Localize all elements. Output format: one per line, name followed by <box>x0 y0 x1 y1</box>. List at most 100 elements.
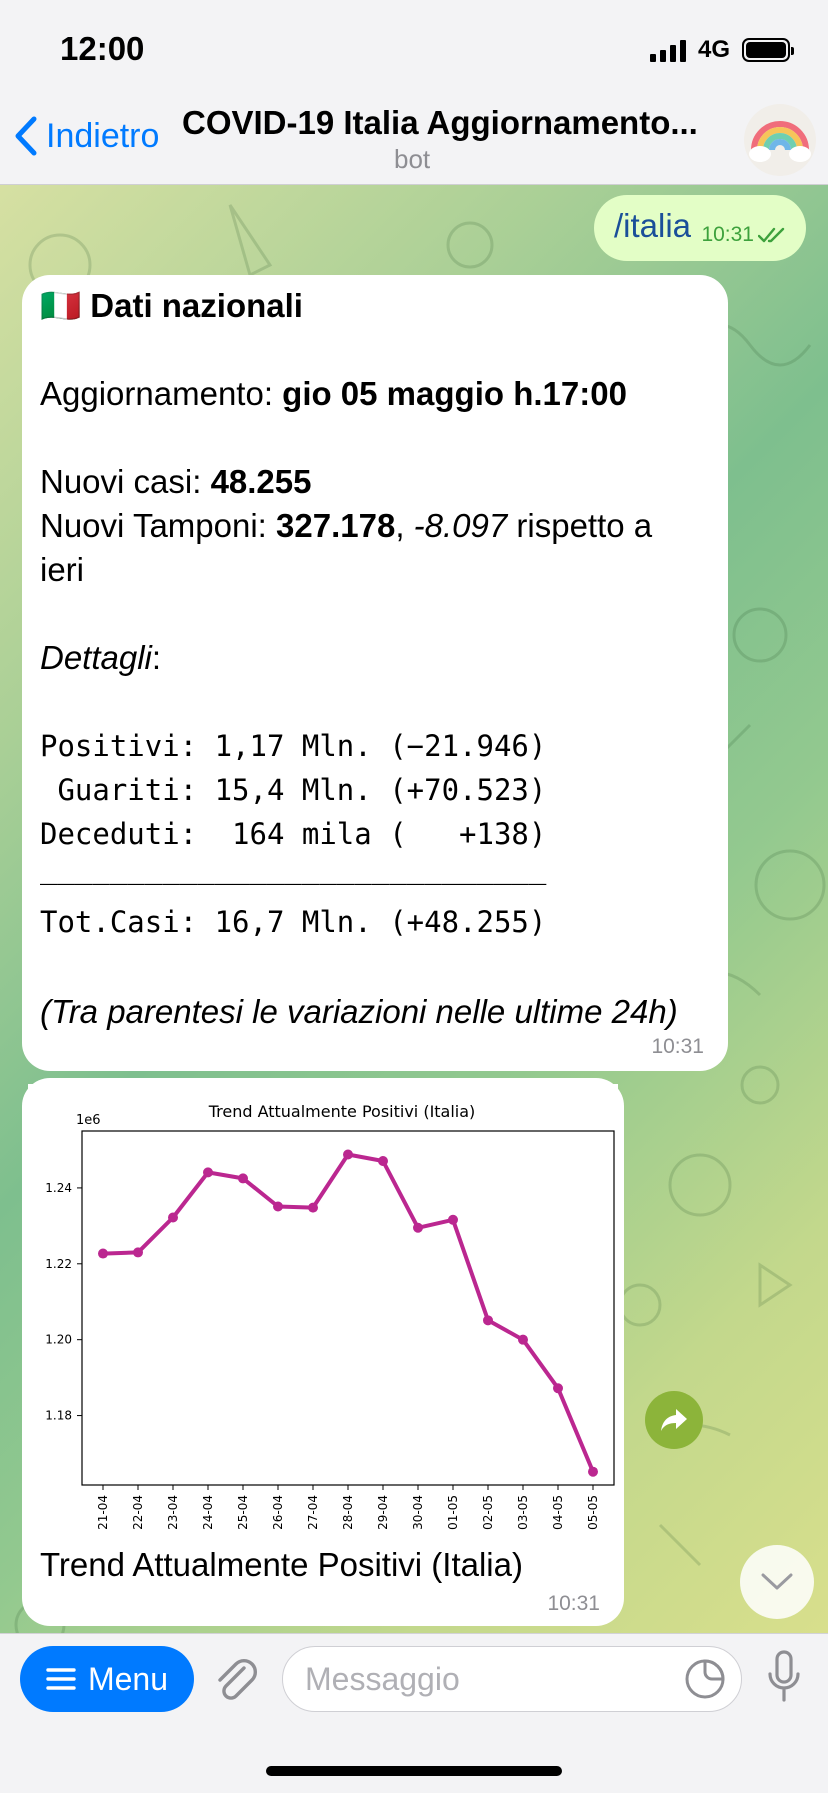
sticker-icon[interactable] <box>684 1658 726 1700</box>
x-tick-label: 03-05 <box>516 1495 530 1530</box>
new-cases-label: Nuovi casi: <box>40 463 211 500</box>
status-indicators: 4G <box>649 36 794 64</box>
new-tests-line: Nuovi Tamponi: 327.178, -8.097 rispetto … <box>40 507 652 545</box>
data-point <box>98 1248 108 1259</box>
new-cases-line: Nuovi casi: 48.255 <box>40 463 312 501</box>
data-point <box>553 1383 563 1394</box>
signal-icon <box>649 38 686 62</box>
chat-area[interactable]: /italia 10:31 🇮🇹 Dati nazionali Aggiorna… <box>0 185 828 1633</box>
new-tests-delta: -8.097 <box>413 507 508 544</box>
x-tick-label: 21-04 <box>96 1495 110 1530</box>
new-tests-label: Nuovi Tamponi: <box>40 507 277 544</box>
chat-header: Indietro COVID-19 Italia Aggiornamento..… <box>0 96 828 185</box>
details-line: Dettagli: <box>40 639 161 677</box>
update-value: gio 05 maggio h.17:00 <box>282 375 627 412</box>
data-point <box>308 1202 318 1213</box>
deceased-stats: Deceduti: 164 mila ( +138) <box>40 817 547 851</box>
new-tests-suffix: rispetto a <box>507 507 653 544</box>
incoming-message-chart[interactable]: Trend Attualmente Positivi (Italia) 1e6 … <box>22 1078 624 1626</box>
home-indicator <box>266 1766 562 1776</box>
x-tick-label: 27-04 <box>306 1495 320 1530</box>
italy-flag-icon: 🇮🇹 <box>40 287 82 324</box>
menu-button[interactable]: Menu <box>20 1646 194 1712</box>
bot-avatar[interactable] <box>744 104 816 176</box>
heading-text: Dati nazionali <box>90 287 303 324</box>
status-bar: 12:00 4G <box>0 0 828 96</box>
y-tick-label: 1.24 <box>45 1181 72 1195</box>
chat-subtitle: bot <box>394 144 431 174</box>
recovered-stats: Guariti: 15,4 Mln. (+70.523) <box>40 773 547 807</box>
x-tick-label: 04-05 <box>551 1495 565 1530</box>
data-point <box>273 1201 283 1212</box>
x-tick-label: 22-04 <box>131 1495 145 1530</box>
x-tick-label: 05-05 <box>586 1495 600 1530</box>
outgoing-text: /italia <box>614 207 692 244</box>
x-tick-label: 30-04 <box>411 1495 425 1530</box>
data-point <box>133 1247 143 1258</box>
new-tests-separator: , <box>395 507 414 544</box>
back-button[interactable]: Indietro <box>14 116 159 156</box>
input-bar: Menu <box>0 1633 828 1793</box>
data-point <box>448 1214 458 1225</box>
update-label: Aggiornamento: <box>40 375 283 412</box>
message-time: 10:31 <box>651 1035 704 1058</box>
total-cases-stats: Tot.Casi: 16,7 Mln. (+48.255) <box>40 905 547 939</box>
footnote: (Tra parentesi le variazioni nelle ultim… <box>40 993 678 1030</box>
x-tick-label: 28-04 <box>341 1495 355 1530</box>
outgoing-meta: 10:31 <box>701 223 788 247</box>
data-point <box>518 1334 528 1345</box>
update-line: Aggiornamento: gio 05 maggio h.17:00 <box>40 375 627 413</box>
share-arrow-icon <box>661 1409 687 1431</box>
message-heading: 🇮🇹 Dati nazionali <box>40 287 303 326</box>
message-input[interactable] <box>282 1646 742 1712</box>
x-tick-label: 23-04 <box>166 1495 180 1530</box>
incoming-message-national-data[interactable]: 🇮🇹 Dati nazionali Aggiornamento: gio 05 … <box>22 275 728 1071</box>
stats-divider: _____________________________ <box>40 851 547 885</box>
message-time: 10:31 <box>547 1592 600 1615</box>
x-tick-label: 29-04 <box>376 1495 390 1530</box>
y-offset-label: 1e6 <box>76 1113 101 1128</box>
trend-chart[interactable]: Trend Attualmente Positivi (Italia) 1e6 … <box>28 1084 618 1546</box>
chevron-down-icon <box>761 1573 793 1590</box>
new-tests-suffix-line: ieri <box>40 551 85 588</box>
data-point <box>238 1173 248 1184</box>
data-point <box>343 1149 353 1160</box>
details-label: Dettagli <box>40 639 152 676</box>
double-check-icon <box>758 227 785 243</box>
data-point <box>203 1167 213 1178</box>
scroll-down-button[interactable] <box>740 1545 814 1619</box>
data-point <box>378 1155 388 1166</box>
new-tests-value: 327.178 <box>276 507 396 544</box>
outgoing-message[interactable]: /italia 10:31 <box>594 195 806 261</box>
chevron-left-icon <box>15 116 37 156</box>
outgoing-time: 10:31 <box>701 223 754 246</box>
x-tick-label: 26-04 <box>271 1495 285 1530</box>
status-time: 12:00 <box>60 30 145 67</box>
y-tick-label: 1.22 <box>45 1257 72 1271</box>
x-tick-label: 01-05 <box>446 1495 460 1530</box>
menu-label: Menu <box>87 1660 169 1697</box>
chart-title: Trend Attualmente Positivi (Italia) <box>208 1102 476 1121</box>
rainbow-icon <box>749 121 811 162</box>
x-tick-label: 25-04 <box>236 1495 250 1530</box>
network-type: 4G <box>697 36 730 63</box>
microphone-icon[interactable] <box>766 1650 802 1704</box>
data-point <box>413 1222 423 1233</box>
battery-icon <box>742 38 794 62</box>
x-tick-label: 02-05 <box>481 1495 495 1530</box>
chat-title[interactable]: COVID-19 Italia Aggiornamento... <box>182 104 698 142</box>
new-cases-value: 48.255 <box>210 463 312 500</box>
hamburger-icon <box>46 1668 76 1690</box>
data-point <box>483 1315 493 1326</box>
data-point <box>588 1466 598 1477</box>
forward-button[interactable] <box>645 1391 703 1449</box>
data-point <box>168 1212 178 1223</box>
x-tick-label: 24-04 <box>201 1495 215 1530</box>
y-tick-label: 1.20 <box>45 1333 72 1347</box>
positive-stats: Positivi: 1,17 Mln. (−21.946) <box>40 729 547 763</box>
paperclip-icon[interactable] <box>214 1656 258 1704</box>
details-colon: : <box>151 639 162 676</box>
y-tick-label: 1.18 <box>45 1409 72 1423</box>
chart-caption: Trend Attualmente Positivi (Italia) <box>40 1546 523 1583</box>
back-label: Indietro <box>46 116 160 155</box>
